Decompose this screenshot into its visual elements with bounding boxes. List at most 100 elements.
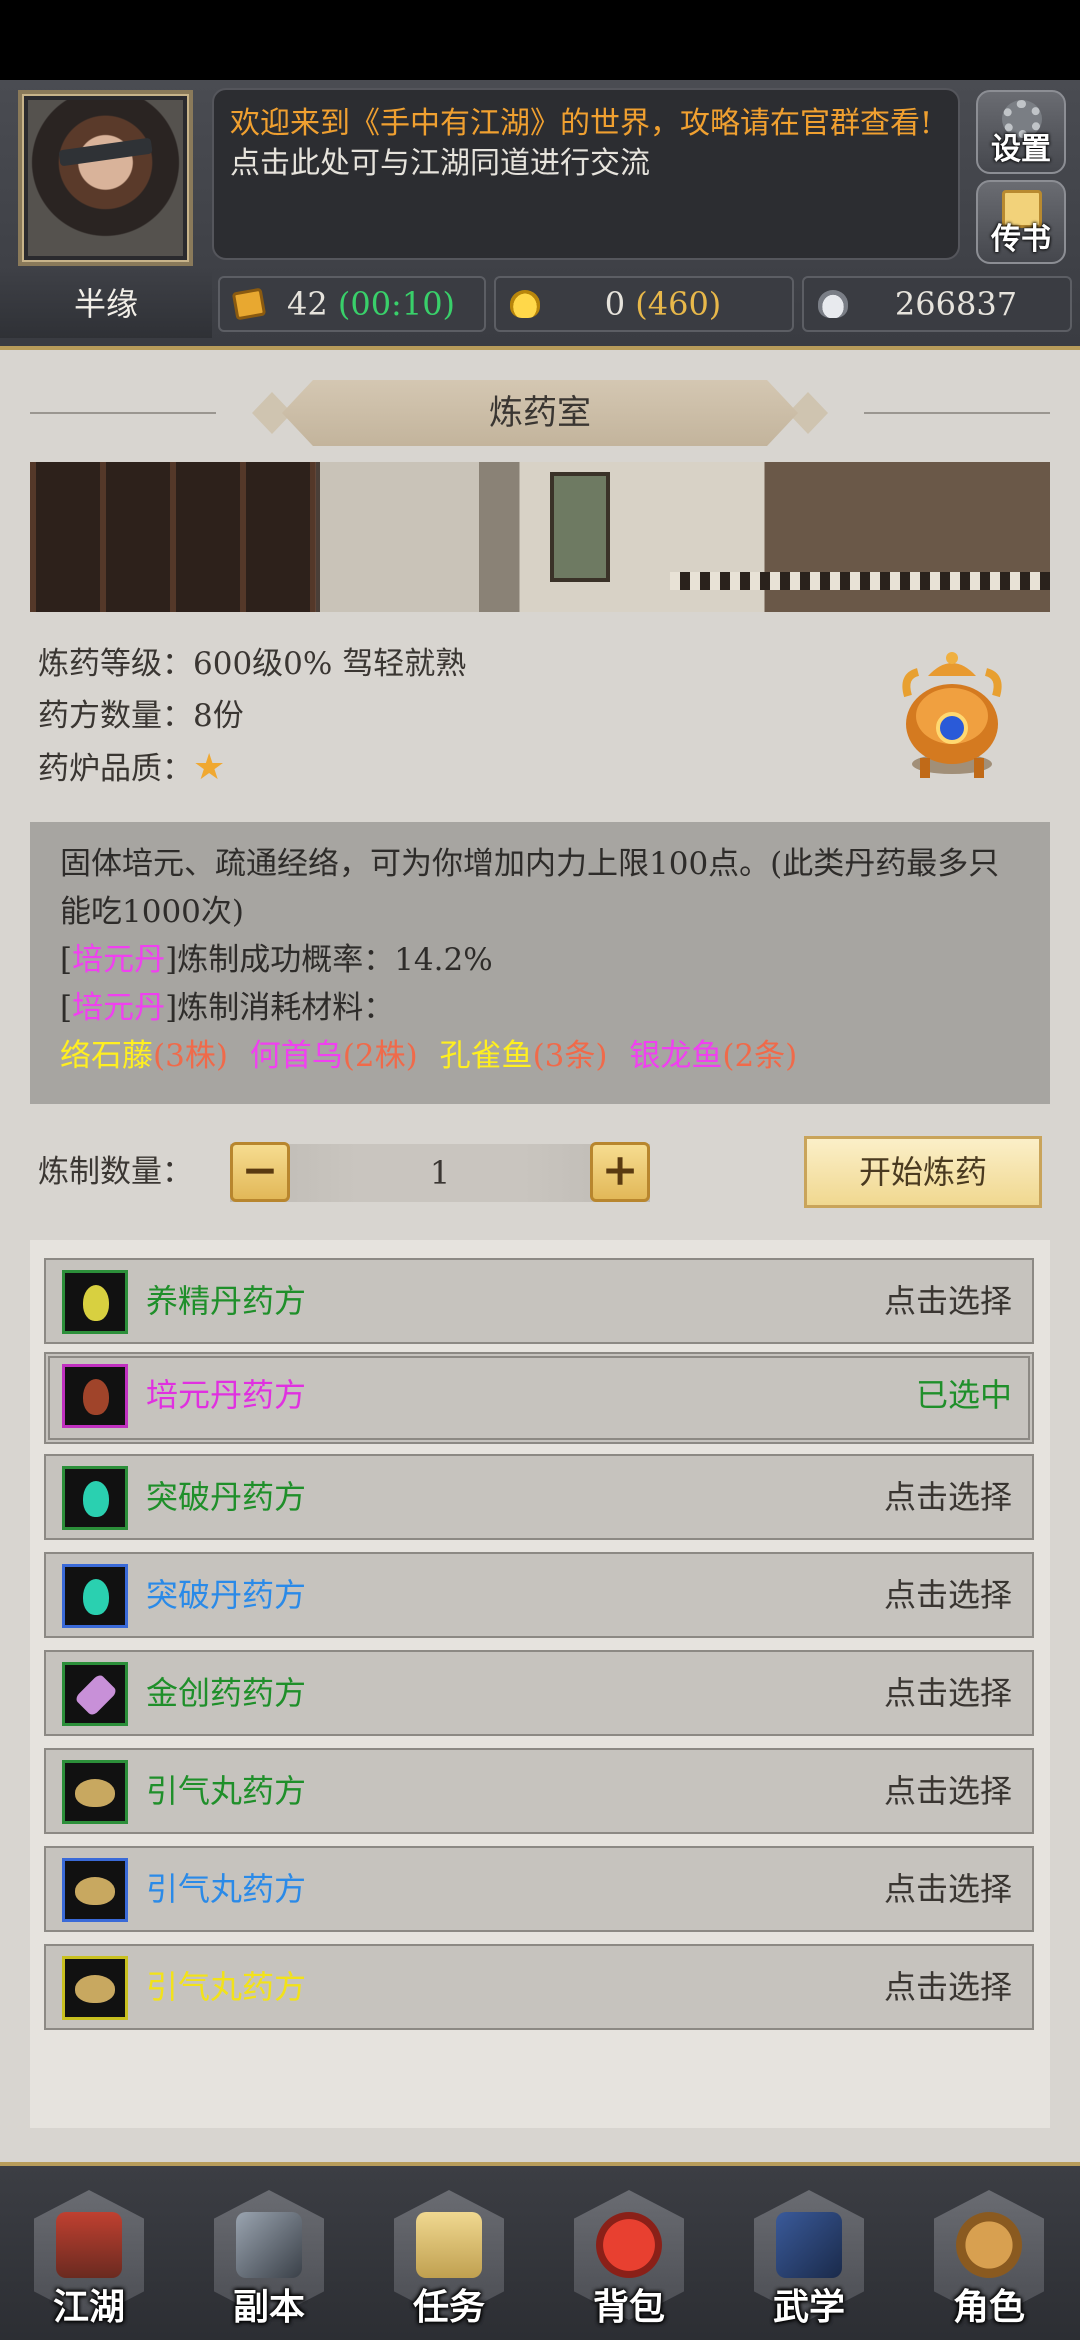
avatar[interactable] xyxy=(18,90,193,266)
nav-label: 武学 xyxy=(772,2286,845,2328)
recipe-name: 培元丹药方 xyxy=(146,1376,307,1414)
bottle-icon xyxy=(83,1285,109,1321)
recipe-thumbnail xyxy=(62,1858,128,1922)
room-banner-image xyxy=(30,462,1050,612)
avatar-portrait xyxy=(28,100,183,256)
herb-leaf-icon xyxy=(74,1673,118,1717)
recipe-name: 养精丹药方 xyxy=(146,1282,307,1320)
quantity-value[interactable]: 1 xyxy=(230,1144,650,1202)
recipe-item[interactable]: 引气丸药方 点击选择 xyxy=(44,1944,1034,2030)
decrease-button[interactable]: − xyxy=(230,1142,290,1202)
bag-icon xyxy=(596,2212,662,2278)
recipe-name: 突破丹药方 xyxy=(146,1478,307,1516)
material-qty: (2条) xyxy=(722,1038,798,1074)
gold-extra: (460) xyxy=(635,285,722,323)
nav-label: 背包 xyxy=(592,2286,665,2328)
recipe-state: 点击选择 xyxy=(883,1870,1012,1908)
nav-label: 副本 xyxy=(232,2286,305,2328)
chat-banner[interactable]: 欢迎来到《手中有江湖》的世界，攻略请在官群查看! 点击此处可与江湖同道进行交流 xyxy=(212,88,960,260)
gourd-icon xyxy=(956,2212,1022,2278)
recipe-state: 点击选择 xyxy=(883,1674,1012,1712)
furnace-icon xyxy=(902,652,1002,778)
recipe-state: 已选中 xyxy=(915,1376,1012,1414)
recipe-item[interactable]: 突破丹药方 点击选择 xyxy=(44,1454,1034,1540)
increase-button[interactable]: + xyxy=(590,1142,650,1202)
recipe-name: 突破丹药方 xyxy=(146,1576,307,1614)
nav-jianghu[interactable]: 江湖 xyxy=(30,2190,148,2330)
title-divider-left xyxy=(30,412,216,414)
nav-character[interactable]: 角色 xyxy=(930,2190,1048,2330)
bottom-nav xyxy=(0,2162,1080,2340)
nav-label: 角色 xyxy=(952,2286,1025,2328)
pagoda-icon xyxy=(56,2212,122,2278)
gold-resource[interactable]: 0 (460) xyxy=(494,276,794,332)
materials-list: 络石藤(3株) 何首乌(2株) 孔雀鱼(3条) 银龙鱼(2条) xyxy=(60,1032,1020,1080)
pill-description: 固体培元、疏通经络，可为你增加内力上限100点。(此类丹药最多只能吃1000次) xyxy=(60,846,1000,930)
player-name[interactable]: 半缘 xyxy=(0,270,212,338)
pill-name-2: 培元丹 xyxy=(72,990,166,1026)
recipe-state: 点击选择 xyxy=(883,1968,1012,2006)
recipe-name: 引气丸药方 xyxy=(146,1968,307,2006)
silver-resource[interactable]: 266837 xyxy=(802,276,1072,332)
pills-icon xyxy=(75,1779,115,1807)
sword-icon xyxy=(236,2212,302,2278)
recipe-thumbnail xyxy=(62,1956,128,2020)
recipe-item[interactable]: 引气丸药方 点击选择 xyxy=(44,1846,1034,1932)
wall-scroll-art xyxy=(550,472,610,582)
nav-tasks[interactable]: 任务 xyxy=(390,2190,508,2330)
recipe-name: 引气丸药方 xyxy=(146,1772,307,1810)
start-alchemy-button[interactable]: 开始炼药 xyxy=(804,1136,1042,1208)
mail-button[interactable]: 传书 xyxy=(976,180,1066,264)
welcome-text: 欢迎来到《手中有江湖》的世界，攻略请在官群查看! xyxy=(230,106,933,141)
furnace-quality-label: 药炉品质： xyxy=(38,751,193,787)
stamina-value: 42 xyxy=(286,285,328,323)
recipe-thumbnail xyxy=(62,1270,128,1334)
pill-description-box: 固体培元、疏通经络，可为你增加内力上限100点。(此类丹药最多只能吃1000次)… xyxy=(30,822,1050,1104)
recipe-thumbnail xyxy=(62,1760,128,1824)
recipe-item-selected[interactable]: 培元丹药方 已选中 xyxy=(44,1352,1034,1444)
flask-icon xyxy=(83,1481,109,1517)
nav-dungeon[interactable]: 副本 xyxy=(210,2190,328,2330)
nav-label: 江湖 xyxy=(52,2286,125,2328)
flask-icon xyxy=(83,1579,109,1615)
recipe-count: 药方数量：8份 xyxy=(38,698,244,734)
recipe-list[interactable]: 养精丹药方 点击选择 培元丹药方 已选中 突破丹药方 点击选择 突破丹药方 点击… xyxy=(30,1240,1050,2128)
material-name: 络石藤 xyxy=(60,1038,153,1074)
recipe-item[interactable]: 养精丹药方 点击选择 xyxy=(44,1258,1034,1344)
page-title: 炼药室 xyxy=(282,380,798,446)
title-divider-right xyxy=(864,412,1050,414)
success-rate-text: ]炼制成功概率：14.2% xyxy=(165,942,493,978)
pills-icon xyxy=(75,1975,115,2003)
stamina-icon xyxy=(231,287,267,321)
materials-label: ]炼制消耗材料： xyxy=(165,990,395,1026)
silver-value: 266837 xyxy=(894,285,1018,323)
recipe-item[interactable]: 引气丸药方 点击选择 xyxy=(44,1748,1034,1834)
app-root: 欢迎来到《手中有江湖》的世界，攻略请在官群查看! 点击此处可与江湖同道进行交流 … xyxy=(0,0,1080,2340)
recipe-item[interactable]: 金创药药方 点击选择 xyxy=(44,1650,1034,1736)
pill-name: 培元丹 xyxy=(72,942,166,978)
recipe-name: 引气丸药方 xyxy=(146,1870,307,1908)
mail-label: 传书 xyxy=(991,222,1051,257)
alchemy-level: 炼药等级：600级0% 驾轻就熟 xyxy=(38,646,467,682)
nav-martial-arts[interactable]: 武学 xyxy=(750,2190,868,2330)
status-bar xyxy=(0,0,1080,80)
quantity-label: 炼制数量： xyxy=(38,1154,193,1190)
settings-button[interactable]: 设置 xyxy=(976,90,1066,174)
pill-pot-icon xyxy=(83,1379,109,1415)
stamina-timer: (00:10) xyxy=(337,285,456,323)
stamina-resource[interactable]: 42 (00:10) xyxy=(218,276,486,332)
gold-value: 0 xyxy=(604,285,626,323)
nav-label: 任务 xyxy=(412,2286,485,2328)
recipe-thumbnail xyxy=(62,1466,128,1530)
recipe-state: 点击选择 xyxy=(883,1772,1012,1810)
material-qty: (3条) xyxy=(532,1038,608,1074)
recipe-item[interactable]: 突破丹药方 点击选择 xyxy=(44,1552,1034,1638)
nav-bag[interactable]: 背包 xyxy=(570,2190,688,2330)
recipe-state: 点击选择 xyxy=(883,1576,1012,1614)
book-icon xyxy=(776,2212,842,2278)
silver-ingot-icon xyxy=(818,290,848,318)
settings-label: 设置 xyxy=(991,132,1051,167)
material-name: 何首乌 xyxy=(249,1038,343,1074)
success-rate-line: [培元丹]炼制成功概率：14.2% xyxy=(60,942,493,978)
recipe-name: 金创药药方 xyxy=(146,1674,307,1712)
